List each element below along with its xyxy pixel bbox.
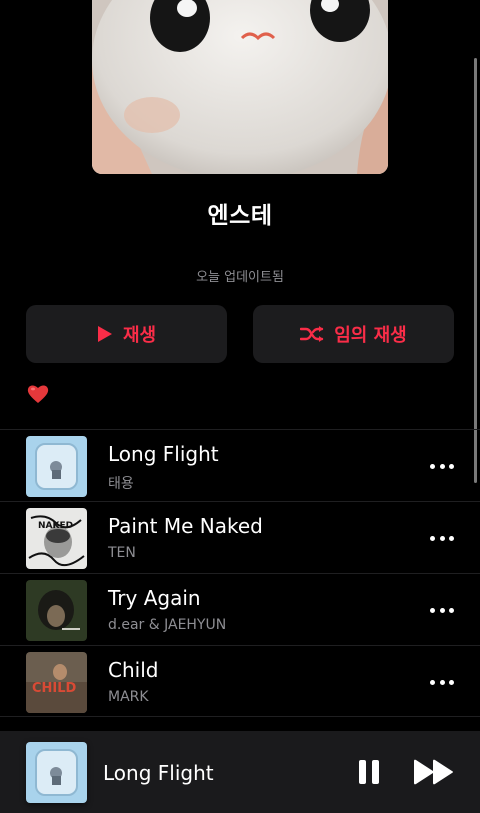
album-art: [26, 580, 87, 641]
track-title: Long Flight: [108, 442, 219, 466]
updated-label: 오늘 업데이트됨: [196, 270, 284, 285]
playlist-title: 엔스테: [207, 203, 273, 229]
more-icon[interactable]: [430, 528, 454, 548]
track-artist: 태용: [108, 476, 134, 492]
now-playing-art: [26, 742, 87, 803]
track-list: Long Flight 태용 NAKED Paint Me Naked TEN: [0, 429, 480, 717]
next-track-icon[interactable]: [413, 759, 455, 785]
shuffle-icon: [300, 326, 324, 342]
now-playing-title: Long Flight: [103, 761, 214, 785]
playlist-cover-art: [92, 0, 388, 174]
album-art: NAKED: [26, 508, 87, 569]
album-art: CHILD: [26, 652, 87, 713]
track-row[interactable]: CHILD Child MARK: [0, 645, 480, 717]
shuffle-button-label: 임의 재생: [334, 325, 407, 346]
heart-emoji: [26, 382, 50, 406]
track-title: Child: [108, 658, 159, 682]
track-artist: TEN: [108, 545, 136, 561]
track-row[interactable]: Try Again d.ear & JAEHYUN: [0, 573, 480, 645]
album-art: [26, 436, 87, 497]
track-row[interactable]: NAKED Paint Me Naked TEN: [0, 501, 480, 573]
track-artist: MARK: [108, 689, 149, 705]
shuffle-button[interactable]: 임의 재생: [253, 305, 454, 363]
track-artist: d.ear & JAEHYUN: [108, 617, 227, 633]
more-icon[interactable]: [430, 456, 454, 476]
play-button-label: 재생: [122, 325, 157, 346]
mini-player[interactable]: Long Flight: [0, 731, 480, 813]
track-row[interactable]: Long Flight 태용: [0, 429, 480, 501]
play-button[interactable]: 재생: [26, 305, 227, 363]
more-icon[interactable]: [430, 672, 454, 692]
track-title: Paint Me Naked: [108, 514, 263, 538]
play-icon: [97, 326, 112, 342]
paint-me-naked-art-text: NAKED: [38, 521, 73, 531]
pause-icon[interactable]: [357, 759, 381, 785]
child-art-text: CHILD: [32, 681, 77, 696]
more-icon[interactable]: [430, 600, 454, 620]
track-title: Try Again: [108, 586, 201, 610]
